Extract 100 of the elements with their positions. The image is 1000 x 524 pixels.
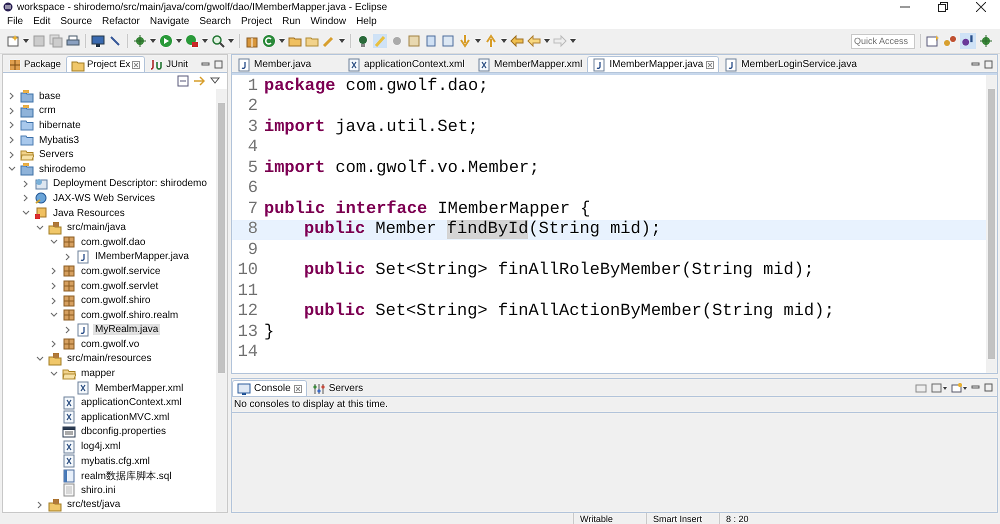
view-tab[interactable]: Project Ex (66, 56, 146, 72)
source-folder-icon (48, 498, 62, 512)
scrollbar[interactable] (986, 75, 997, 373)
editor-tab[interactable]: MemberMapper.xml (472, 56, 588, 72)
tree-item[interactable]: mybatis.cfg.xml (79, 456, 152, 467)
tree-item[interactable]: com.gwolf.service (79, 266, 162, 277)
dropdown-arrow-icon[interactable] (279, 39, 285, 43)
tree-item[interactable]: IMemberMapper.java (93, 251, 191, 262)
scrollbar[interactable] (216, 89, 227, 512)
back-arrow-icon[interactable] (510, 34, 524, 48)
dropdown-arrow-icon[interactable] (544, 39, 550, 43)
tree-item[interactable]: Mybatis3 (37, 134, 82, 146)
tree-item[interactable]: JAX-WS Web Services (51, 192, 158, 204)
editor-tab[interactable]: applicationContext.xml (342, 56, 472, 72)
properties-file-icon (62, 424, 76, 439)
dropdown-arrow-icon[interactable] (150, 39, 156, 43)
menu-item[interactable]: Navigate (144, 16, 194, 27)
menu-item[interactable]: Run (277, 16, 306, 27)
menu-item[interactable]: Refactor (97, 16, 145, 27)
new-icon[interactable] (6, 34, 20, 48)
tree-item[interactable]: dbconfig.properties (79, 426, 168, 438)
tree-item[interactable]: com.gwolf.vo (79, 338, 142, 350)
view-tab[interactable]: Console (232, 380, 307, 396)
dropdown-arrow-icon[interactable] (176, 39, 182, 43)
tree-item[interactable]: applicationMVC.xml (79, 412, 172, 423)
menu-item[interactable]: File (2, 16, 28, 27)
servers-icon (312, 382, 326, 396)
java-file-icon (592, 58, 606, 72)
code-line: public Set<String> finAllRoleByMember(String mid); (303, 261, 814, 280)
tree-item[interactable]: com.gwolf.servlet (79, 280, 160, 292)
dropdown-arrow-icon[interactable] (475, 39, 481, 43)
editor-tab[interactable]: IMemberMapper.java (587, 56, 720, 72)
package-icon (62, 235, 76, 250)
tree-item[interactable]: com.gwolf.shiro (79, 295, 152, 306)
restore-icon[interactable] (938, 2, 948, 12)
tree-item[interactable]: MemberMapper.xml (93, 382, 186, 394)
menu-item[interactable]: Project (236, 16, 278, 27)
tree-item[interactable]: shirodemo (37, 164, 88, 175)
dropdown-arrow-icon[interactable] (202, 39, 208, 43)
perspective-icon[interactable] (943, 34, 957, 48)
menu-item[interactable]: Edit (28, 16, 56, 27)
menu-item[interactable]: Help (351, 16, 382, 27)
java-file-icon (76, 250, 90, 264)
tree-item[interactable]: applicationContext.xml (79, 397, 184, 408)
tree-item[interactable]: base (37, 90, 63, 102)
folder-icon (20, 118, 34, 132)
tree-item[interactable]: realm数据库脚本.sql (79, 468, 174, 483)
tree-item[interactable]: Servers (37, 149, 76, 160)
link-icon[interactable] (193, 75, 205, 87)
view-tab[interactable]: Servers (306, 380, 368, 396)
xml-file-icon (62, 440, 76, 454)
print-icon[interactable] (66, 34, 80, 48)
run-icon[interactable] (159, 34, 173, 48)
tree-item[interactable]: Java Resources (51, 208, 127, 219)
view-tab[interactable]: JUnit (145, 56, 193, 72)
tree-item[interactable]: mapper (79, 368, 117, 380)
line-number: 7 (246, 200, 259, 219)
menu-item[interactable]: Source (55, 16, 98, 27)
maximize-icon[interactable] (984, 383, 993, 392)
quick-access-field[interactable]: Quick Access (851, 34, 915, 48)
editor-tab[interactable]: Member.java (232, 56, 342, 72)
tree-item[interactable]: Deployment Descriptor: shirodemo (51, 178, 209, 190)
pin-console-icon[interactable] (915, 383, 927, 393)
tree-item[interactable]: com.gwolf.dao (79, 236, 148, 248)
view-tab[interactable]: Package (3, 56, 66, 72)
tree-item[interactable]: crm (37, 105, 58, 116)
tree-item[interactable]: src/test/java (65, 499, 122, 510)
close-icon[interactable] (976, 2, 986, 12)
dropdown-arrow-icon[interactable] (228, 39, 234, 43)
collapse-all-icon[interactable] (177, 75, 189, 87)
new-class-icon[interactable] (262, 34, 276, 48)
monitor-icon[interactable] (91, 34, 105, 48)
tree-item[interactable]: MyRealm.java (93, 324, 160, 336)
tree-item[interactable]: src/main/resources (65, 353, 154, 364)
line-number: 1 (246, 76, 259, 96)
project-icon (20, 162, 34, 176)
dropdown-arrow-icon[interactable] (23, 39, 29, 43)
display-console-icon[interactable] (931, 383, 947, 393)
tree-item[interactable]: com.gwolf.shiro.realm (79, 310, 180, 321)
dropdown-arrow-icon[interactable] (570, 39, 576, 43)
lightbulb-icon[interactable] (356, 34, 370, 48)
menu-item[interactable]: Window (305, 16, 352, 27)
tree-item[interactable]: log4j.xml (79, 441, 122, 452)
text-file-icon (62, 483, 76, 498)
tree-item[interactable]: src/main/java (65, 222, 128, 234)
open-perspective-icon[interactable] (926, 34, 940, 48)
menu-item[interactable]: Search (194, 16, 236, 27)
maximize-icon[interactable] (984, 60, 993, 69)
tree-item[interactable]: hibernate (37, 120, 83, 131)
tree-item[interactable]: shiro.ini (79, 484, 118, 496)
package-icon (62, 308, 76, 322)
project-icon (20, 89, 34, 104)
editor-tab[interactable]: MemberLoginService.java (719, 56, 862, 72)
maximize-icon[interactable] (214, 60, 223, 69)
dropdown-arrow-icon[interactable] (339, 39, 345, 43)
open-console-icon[interactable] (951, 383, 967, 393)
dropdown-arrow-icon[interactable] (501, 39, 507, 43)
line-number: 11 (236, 282, 259, 301)
line-number: 6 (246, 179, 259, 198)
search-icon[interactable] (211, 34, 225, 48)
